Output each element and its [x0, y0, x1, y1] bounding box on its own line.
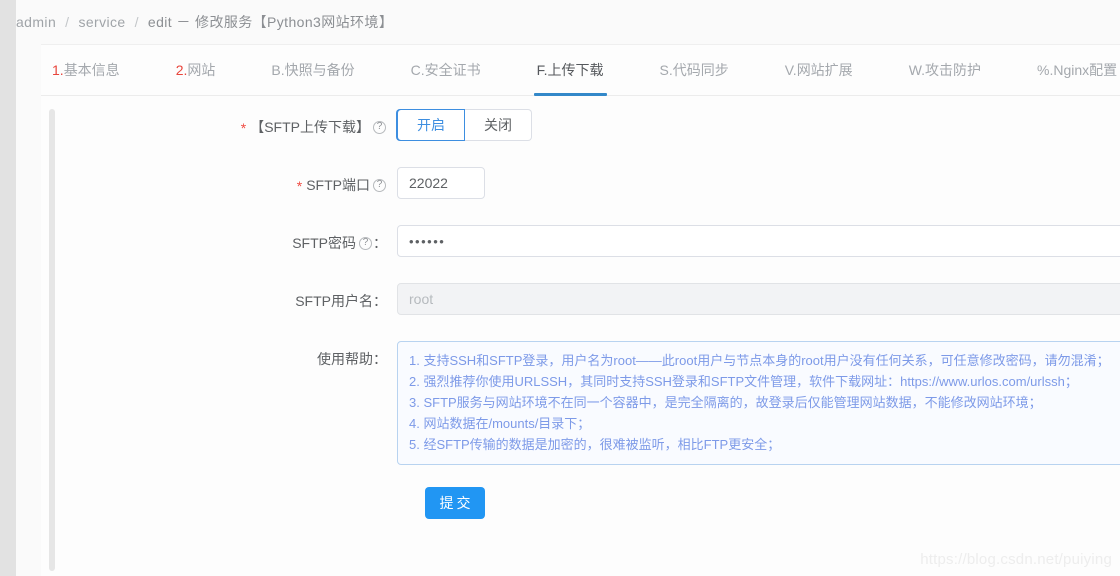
breadcrumb-item-admin[interactable]: admin	[16, 14, 56, 30]
breadcrumb-separator: /	[134, 14, 139, 30]
label-sftp-password: SFTP密码 ：	[41, 225, 397, 261]
tab-website-extensions[interactable]: V.网站扩展	[785, 45, 853, 95]
label-text: SFTP密码	[292, 235, 356, 251]
left-sidebar-rail	[0, 0, 16, 576]
form-row-sftp-port: *SFTP端口 22022	[41, 167, 1120, 203]
label-suffix: ：	[373, 235, 387, 251]
tab-nginx-config[interactable]: %.Nginx配置	[1037, 45, 1117, 95]
tab-attack-protection[interactable]: W.攻击防护	[909, 45, 981, 95]
form-row-sftp-username: SFTP用户名： root	[41, 283, 1120, 319]
control-sftp-password: ••••••	[397, 225, 1120, 257]
tab-label: 代码同步	[672, 62, 729, 78]
help-line: 4. 网站数据在/mounts/目录下；	[409, 416, 591, 431]
tab-prefix: W.	[908, 62, 926, 78]
tab-label: 网站	[187, 62, 216, 78]
tab-prefix: 1.	[52, 62, 64, 78]
tab-upload-download[interactable]: F.上传下载	[533, 45, 607, 96]
breadcrumb-current: edit － 修改服务【Python3网站环境】	[147, 14, 394, 30]
control-sftp-toggle: 开启 关闭	[397, 109, 1120, 141]
help-line: 5. 经SFTP传输的数据是加密的，很难被监听，相比FTP更安全；	[409, 437, 781, 452]
password-masked-value: ••••••	[409, 233, 446, 249]
help-icon[interactable]	[373, 119, 386, 134]
page-container: admin / service / edit － 修改服务【Python3网站环…	[16, 0, 1120, 576]
tab-prefix: C.	[410, 62, 425, 78]
sftp-settings-form: *【SFTP上传下载】 开启 关闭 *SFTP端口 22022	[41, 96, 1120, 519]
label-text: 【SFTP上传下载】	[250, 119, 370, 135]
control-usage-help: 1. 支持SSH和SFTP登录，用户名为root——此root用户与节点本身的r…	[397, 341, 1120, 465]
help-line: 1. 支持SSH和SFTP登录，用户名为root——此root用户与节点本身的r…	[409, 353, 1110, 368]
sftp-username-input: root	[397, 283, 1120, 315]
tab-basic-info[interactable]: 1.基本信息	[52, 45, 120, 95]
submit-button[interactable]: 提交	[425, 487, 485, 519]
required-asterisk: *	[240, 120, 247, 136]
tab-security-certificate[interactable]: C.安全证书	[411, 45, 481, 95]
label-text: SFTP端口	[306, 177, 370, 193]
tab-snapshot-backup[interactable]: B.快照与备份	[271, 45, 354, 95]
required-asterisk: *	[296, 178, 303, 194]
form-row-sftp-password: SFTP密码 ： ••••••	[41, 225, 1120, 261]
control-sftp-username: root	[397, 283, 1120, 315]
tab-prefix: B.	[271, 62, 285, 78]
tab-code-sync[interactable]: S.代码同步	[660, 45, 729, 95]
breadcrumb-separator: /	[65, 14, 70, 30]
label-text: 使用帮助：	[317, 351, 387, 367]
label-usage-help: 使用帮助：	[41, 341, 397, 377]
radio-button-disable[interactable]: 关闭	[465, 109, 532, 141]
tab-prefix: %.	[1037, 62, 1054, 78]
tab-label: Nginx配置	[1053, 62, 1118, 78]
tab-website[interactable]: 2.网站	[176, 45, 216, 95]
control-sftp-port: 22022	[397, 167, 1120, 199]
breadcrumb-item-service[interactable]: service	[78, 14, 125, 30]
tab-label: 攻击防护	[925, 62, 982, 78]
sftp-password-input[interactable]: ••••••	[397, 225, 1120, 257]
tab-prefix: F.	[536, 62, 548, 78]
form-row-sftp-toggle: *【SFTP上传下载】 开启 关闭	[41, 109, 1120, 145]
tab-label: 快照与备份	[284, 62, 355, 78]
tab-label: 上传下载	[547, 62, 604, 78]
tab-label: 安全证书	[424, 62, 481, 78]
tab-prefix: 2.	[175, 62, 188, 78]
label-text: SFTP用户名	[295, 293, 373, 309]
usage-help-textarea[interactable]: 1. 支持SSH和SFTP登录，用户名为root——此root用户与节点本身的r…	[397, 341, 1120, 465]
label-sftp-port: * SFTP端口	[41, 167, 397, 203]
label-sftp-toggle: * 【SFTP上传下载】	[41, 109, 397, 145]
help-line: 2. 强烈推荐你使用URLSSH，其同时支持SSH登录和SFTP文件管理，软件下…	[409, 374, 1078, 389]
form-row-submit: 提交	[41, 487, 1120, 519]
label-suffix: ：	[373, 293, 387, 309]
form-row-usage-help: 使用帮助： 1. 支持SSH和SFTP登录，用户名为root——此root用户与…	[41, 341, 1120, 465]
sftp-port-input[interactable]: 22022	[397, 167, 485, 199]
label-sftp-username: SFTP用户名：	[41, 283, 397, 319]
tab-label: 基本信息	[63, 62, 120, 78]
content-card: 1.基本信息 2.网站 B.快照与备份 C.安全证书 F.上传下载 S.代码同步…	[41, 44, 1120, 576]
tab-bar: 1.基本信息 2.网站 B.快照与备份 C.安全证书 F.上传下载 S.代码同步…	[41, 45, 1120, 96]
tab-label: 网站扩展	[796, 62, 853, 78]
help-icon[interactable]	[373, 177, 386, 192]
breadcrumb: admin / service / edit － 修改服务【Python3网站环…	[16, 0, 1120, 44]
radio-button-enable[interactable]: 开启	[397, 109, 465, 141]
radio-group-sftp-toggle: 开启 关闭	[397, 109, 1120, 141]
tab-prefix: S.	[659, 62, 673, 78]
help-icon[interactable]	[359, 235, 372, 250]
help-line: 3. SFTP服务与网站环境不在同一个容器中，是完全隔离的，故登录后仅能管理网站…	[409, 395, 1042, 410]
tab-prefix: V.	[784, 62, 797, 78]
